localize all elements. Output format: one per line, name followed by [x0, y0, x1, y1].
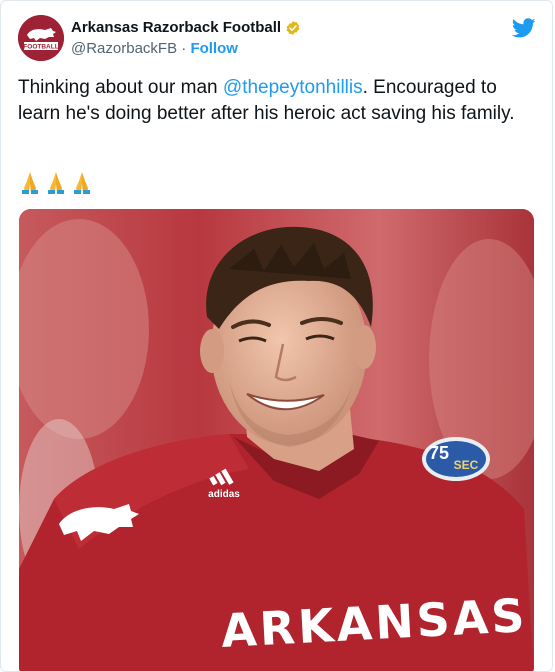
tweet-card: FOOTBALL Arkansas Razorback Football @Ra… — [0, 0, 553, 672]
emoji-row — [18, 169, 94, 195]
display-name-row[interactable]: Arkansas Razorback Football — [71, 18, 301, 38]
tweet-text-start: Thinking about our man — [18, 77, 223, 98]
handle[interactable]: @RazorbackFB — [71, 40, 177, 57]
avatar[interactable]: FOOTBALL — [18, 15, 64, 61]
folded-hands-emoji — [74, 172, 90, 194]
svg-text:SEC: SEC — [454, 458, 479, 472]
tweet-header: FOOTBALL Arkansas Razorback Football @Ra… — [18, 14, 538, 62]
separator: · — [181, 40, 187, 57]
account-names: Arkansas Razorback Football @RazorbackFB… — [71, 18, 301, 59]
avatar-label: FOOTBALL — [23, 44, 58, 51]
follow-button[interactable]: Follow — [190, 40, 238, 57]
svg-text:75: 75 — [429, 443, 449, 463]
tweet-text: Thinking about our man @thepeytonhillis.… — [18, 75, 528, 127]
folded-hands-emoji — [48, 172, 64, 194]
tweet-photo[interactable]: adidas 75 SEC ARKANSAS — [19, 209, 534, 671]
display-name[interactable]: Arkansas Razorback Football — [71, 18, 281, 38]
folded-hands-emoji — [22, 172, 38, 194]
sec-75-patch: 75 SEC — [422, 437, 490, 481]
verified-badge-icon — [286, 21, 300, 35]
twitter-bird-icon[interactable] — [512, 16, 536, 40]
handle-row: @RazorbackFB · Follow — [71, 39, 301, 59]
svg-text:adidas: adidas — [208, 489, 240, 500]
mention-link[interactable]: @thepeytonhillis — [223, 77, 363, 98]
